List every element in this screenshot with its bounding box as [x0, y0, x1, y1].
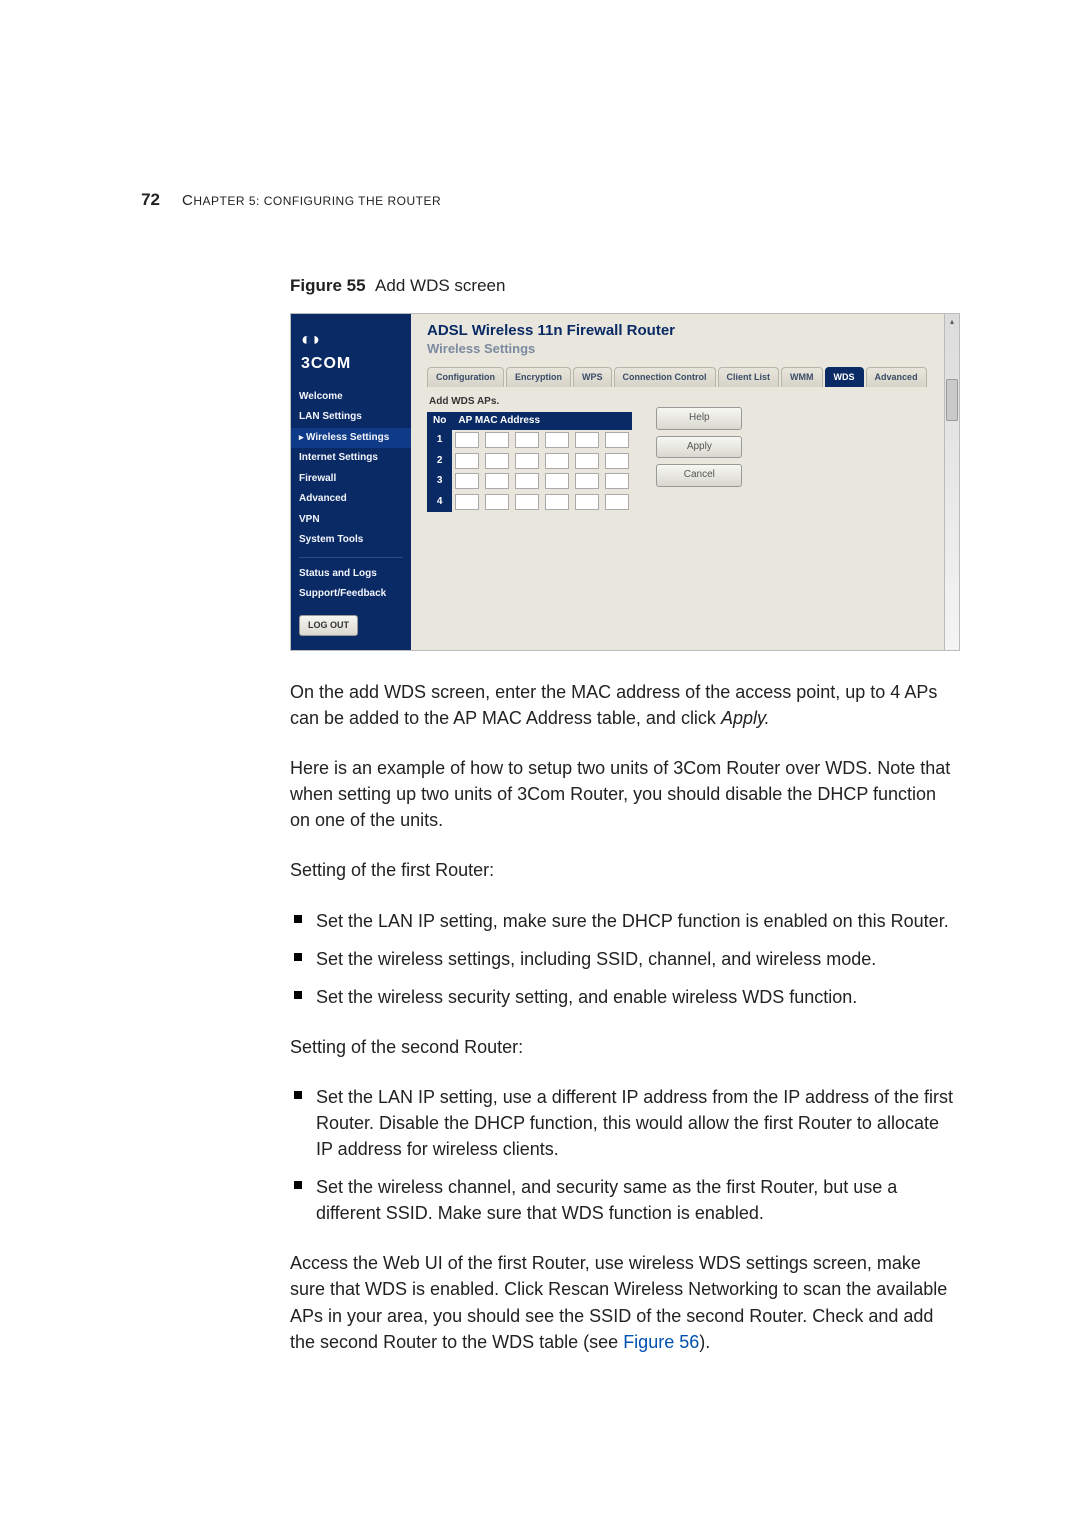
figure-caption: Figure 55 Add WDS screen — [290, 274, 960, 299]
apply-button[interactable]: Apply — [656, 436, 742, 459]
ap-mac-table: No AP MAC Address 1 — [427, 412, 632, 513]
tab-client-list[interactable]: Client List — [718, 367, 780, 387]
mac-input[interactable] — [575, 432, 599, 448]
mac-input[interactable] — [575, 494, 599, 510]
scrollbar[interactable]: ▴ — [944, 314, 959, 650]
mac-input[interactable] — [605, 432, 629, 448]
sidebar-item-lan[interactable]: LAN Settings — [291, 407, 411, 428]
mac-input[interactable] — [455, 453, 479, 469]
tab-wmm[interactable]: WMM — [781, 367, 823, 387]
sidebar-item-status[interactable]: Status and Logs — [291, 564, 411, 585]
sidebar: ◐◗ 3COM Welcome LAN Settings Wireless Se… — [291, 314, 411, 650]
tab-configuration[interactable]: Configuration — [427, 367, 504, 387]
logo-text: 3COM — [301, 352, 401, 375]
list-item: Set the wireless security setting, and e… — [290, 984, 960, 1010]
body-text: Here is an example of how to setup two u… — [290, 755, 960, 833]
scroll-up-icon[interactable]: ▴ — [950, 314, 954, 330]
list-item: Set the LAN IP setting, make sure the DH… — [290, 908, 960, 934]
mac-input[interactable] — [605, 494, 629, 510]
cancel-button[interactable]: Cancel — [656, 464, 742, 487]
mac-input[interactable] — [545, 494, 569, 510]
sidebar-item-firewall[interactable]: Firewall — [291, 469, 411, 490]
sidebar-item-welcome[interactable]: Welcome — [291, 387, 411, 408]
mac-input[interactable] — [485, 453, 509, 469]
table-row: 2 — [427, 451, 632, 472]
mac-input[interactable] — [605, 473, 629, 489]
sidebar-item-advanced[interactable]: Advanced — [291, 489, 411, 510]
router-ui-screenshot: ◐◗ 3COM Welcome LAN Settings Wireless Se… — [290, 313, 960, 651]
help-button[interactable]: Help — [656, 407, 742, 430]
tab-wps[interactable]: WPS — [573, 367, 612, 387]
list-item: Set the wireless settings, including SSI… — [290, 946, 960, 972]
chapter-heading: CHAPTER 5: CONFIGURING THE ROUTER — [182, 192, 441, 209]
mac-input[interactable] — [575, 473, 599, 489]
sidebar-item-vpn[interactable]: VPN — [291, 510, 411, 531]
mac-input[interactable] — [515, 473, 539, 489]
page-title: ADSL Wireless 11n Firewall Router — [427, 320, 934, 342]
mac-input[interactable] — [515, 453, 539, 469]
brand-logo: ◐◗ 3COM — [291, 320, 411, 377]
sidebar-item-support[interactable]: Support/Feedback — [291, 584, 411, 605]
logout-button[interactable]: LOG OUT — [299, 615, 358, 636]
bullet-list: Set the LAN IP setting, make sure the DH… — [290, 908, 960, 1010]
mac-input[interactable] — [455, 494, 479, 510]
tab-bar: Configuration Encryption WPS Connection … — [427, 367, 934, 387]
table-heading: Add WDS APs. — [429, 395, 632, 410]
scroll-thumb[interactable] — [946, 379, 958, 421]
tab-wds[interactable]: WDS — [825, 367, 864, 387]
mac-input[interactable] — [485, 432, 509, 448]
bullet-list: Set the LAN IP setting, use a different … — [290, 1084, 960, 1226]
body-text: Setting of the second Router: — [290, 1034, 960, 1060]
body-text: Setting of the first Router: — [290, 857, 960, 883]
figure-cross-ref[interactable]: Figure 56 — [623, 1332, 699, 1352]
mac-input[interactable] — [575, 453, 599, 469]
page-number: 72 — [120, 190, 160, 210]
mac-input[interactable] — [455, 432, 479, 448]
col-mac: AP MAC Address — [452, 412, 632, 431]
tab-advanced[interactable]: Advanced — [866, 367, 927, 387]
mac-input[interactable] — [545, 432, 569, 448]
mac-input[interactable] — [455, 473, 479, 489]
col-no: No — [427, 412, 452, 431]
body-text: Access the Web UI of the first Router, u… — [290, 1250, 960, 1354]
mac-input[interactable] — [515, 432, 539, 448]
list-item: Set the LAN IP setting, use a different … — [290, 1084, 960, 1162]
sidebar-item-system[interactable]: System Tools — [291, 530, 411, 551]
sidebar-nav: Welcome LAN Settings Wireless Settings I… — [291, 387, 411, 605]
table-row: 4 — [427, 492, 632, 513]
mac-input[interactable] — [545, 473, 569, 489]
mac-input[interactable] — [485, 494, 509, 510]
page-subtitle: Wireless Settings — [427, 340, 934, 359]
table-row: 1 — [427, 430, 632, 451]
mac-input[interactable] — [545, 453, 569, 469]
tab-connection-control[interactable]: Connection Control — [614, 367, 716, 387]
table-row: 3 — [427, 471, 632, 492]
sidebar-item-wireless[interactable]: Wireless Settings — [291, 428, 411, 449]
body-text: On the add WDS screen, enter the MAC add… — [290, 679, 960, 731]
logo-icon: ◐◗ — [301, 326, 401, 352]
sidebar-item-internet[interactable]: Internet Settings — [291, 448, 411, 469]
mac-input[interactable] — [485, 473, 509, 489]
tab-encryption[interactable]: Encryption — [506, 367, 571, 387]
list-item: Set the wireless channel, and security s… — [290, 1174, 960, 1226]
mac-input[interactable] — [515, 494, 539, 510]
mac-input[interactable] — [605, 453, 629, 469]
